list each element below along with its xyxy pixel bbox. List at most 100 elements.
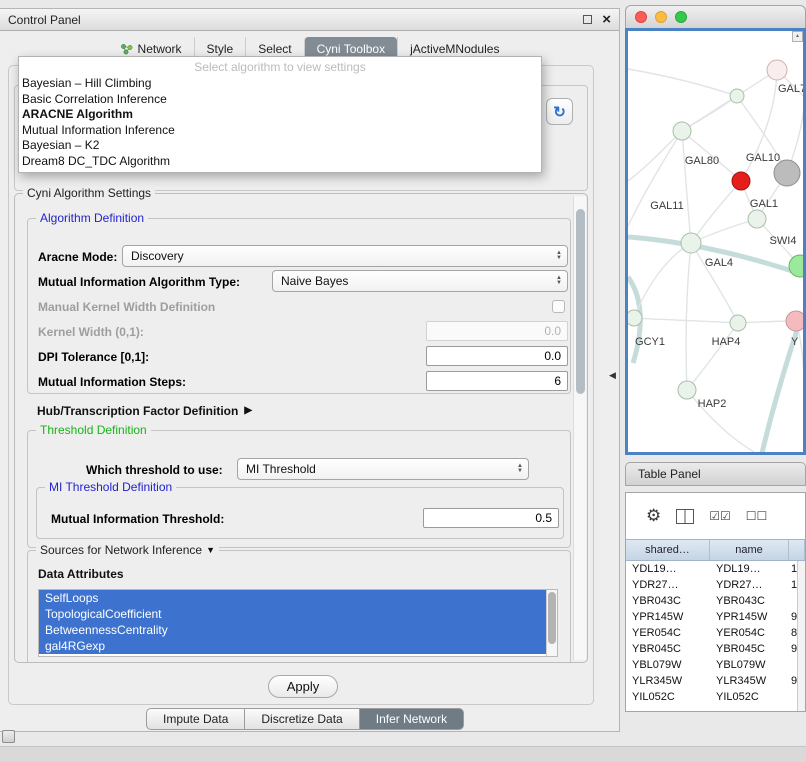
network-node-label: GAL1	[750, 198, 778, 210]
network-canvas[interactable]: GAL7GAL80GAL10GAL11GAL1SWI4GAL4GCY1HAP4Y…	[628, 31, 803, 452]
window-minimize-button[interactable]	[655, 11, 667, 23]
algorithm-option-aracne-algorithm[interactable]: ARACNE Algorithm	[19, 107, 541, 123]
network-node-label: HAP4	[712, 336, 741, 348]
network-node[interactable]	[628, 310, 642, 326]
network-edge	[691, 219, 757, 243]
aracne-mode-value: Discovery	[123, 249, 551, 263]
network-node-label: GAL4	[705, 257, 733, 269]
bottom-tab-bar: Impute DataDiscretize DataInfer Network	[146, 708, 464, 730]
bottom-tab-impute-data[interactable]: Impute Data	[146, 708, 245, 730]
table-cell: YBR043C	[710, 593, 789, 609]
settings-scrollbar[interactable]	[573, 196, 586, 660]
table-row[interactable]: YDR27…YDR27…12	[626, 577, 805, 593]
table-cell: YIL052C	[710, 689, 789, 705]
settings-group-title: Cyni Algorithm Settings	[23, 186, 155, 200]
attribute-item-gal4rgexp[interactable]: gal4RGexp	[39, 638, 557, 654]
table-row[interactable]: YIL052CYIL052C	[626, 689, 805, 705]
mi-steps-input[interactable]	[426, 371, 568, 391]
attribute-item-betweennesscentrality[interactable]: BetweennessCentrality	[39, 622, 557, 638]
minimized-window-icon[interactable]	[2, 730, 15, 743]
table-cell: YER054C	[626, 625, 710, 641]
mi-threshold-input[interactable]	[423, 508, 559, 528]
aracne-mode-select[interactable]: Discovery ▲▼	[122, 245, 568, 267]
table-cell: YBR045C	[710, 641, 789, 657]
close-panel-icon[interactable]: ×	[602, 12, 611, 27]
table-row[interactable]: YBR045CYBR045C9.	[626, 641, 805, 657]
aracne-mode-label: Aracne Mode:	[38, 250, 117, 264]
attributes-scrollbar[interactable]	[546, 590, 557, 656]
which-threshold-select[interactable]: MI Threshold ▲▼	[237, 458, 529, 480]
network-node[interactable]	[789, 255, 803, 277]
column-header-extra[interactable]	[789, 540, 805, 560]
birdseye-toggle-button[interactable]: ▲	[792, 31, 803, 42]
network-node[interactable]	[748, 210, 766, 228]
network-node[interactable]	[681, 233, 701, 253]
table-scrollbar[interactable]	[797, 561, 805, 711]
columns-icon[interactable]	[676, 509, 694, 524]
chevron-down-icon: ▼	[206, 545, 215, 555]
algorithm-help-button[interactable]: ↻	[546, 98, 573, 125]
window-zoom-button[interactable]	[675, 11, 687, 23]
table-cell: YDL19…	[710, 561, 789, 577]
table-panel-title: Table Panel	[638, 467, 701, 481]
select-all-icon[interactable]: ☑☑	[709, 509, 731, 523]
which-threshold-label: Which threshold to use:	[86, 463, 223, 477]
column-header-name[interactable]: name	[710, 540, 789, 560]
network-node[interactable]	[786, 311, 803, 331]
network-node-label: GAL7	[778, 83, 803, 95]
attribute-item-selfloops[interactable]: SelfLoops	[39, 590, 557, 606]
hub-definition-toggle[interactable]: Hub/Transcription Factor Definition ▶	[37, 404, 252, 418]
network-canvas-container: GAL7GAL80GAL10GAL11GAL1SWI4GAL4GCY1HAP4Y…	[628, 31, 803, 452]
table-cell: YDR27…	[626, 577, 710, 593]
attribute-item-topologicalcoefficient[interactable]: TopologicalCoefficient	[39, 606, 557, 622]
scrollbar-thumb[interactable]	[576, 209, 585, 394]
table-cell: YBR045C	[626, 641, 710, 657]
bottom-tab-infer-network[interactable]: Infer Network	[360, 708, 464, 730]
gear-icon[interactable]: ⚙	[646, 506, 661, 526]
algorithm-option-bayesian-hill-climbing[interactable]: Bayesian – Hill Climbing	[19, 76, 541, 92]
network-node[interactable]	[732, 172, 750, 190]
refresh-icon: ↻	[553, 103, 566, 121]
data-attributes-list[interactable]: SelfLoopsTopologicalCoefficientBetweenne…	[38, 589, 558, 657]
manual-kernel-checkbox[interactable]	[552, 300, 565, 313]
network-edge	[686, 243, 691, 390]
mi-threshold-group: MI Threshold Definition Mutual Informati…	[36, 487, 564, 539]
table-row[interactable]: YBR043CYBR043C	[626, 593, 805, 609]
mi-type-value: Naive Bayes	[273, 274, 551, 288]
network-node[interactable]	[678, 381, 696, 399]
table-row[interactable]: YBL079WYBL079W	[626, 657, 805, 673]
collapse-panel-arrow[interactable]: ◀	[609, 370, 616, 381]
network-node[interactable]	[767, 60, 787, 80]
float-panel-icon[interactable]	[583, 15, 592, 24]
column-header-shared[interactable]: shared…	[626, 540, 710, 560]
table-cell: YPR145W	[626, 609, 710, 625]
algorithm-option-dream8-dc-tdc-algorithm[interactable]: Dream8 DC_TDC Algorithm	[19, 154, 541, 170]
algorithm-option-bayesian-k2[interactable]: Bayesian – K2	[19, 138, 541, 154]
window-close-button[interactable]	[635, 11, 647, 23]
data-attributes-label: Data Attributes	[38, 567, 124, 581]
network-node[interactable]	[730, 315, 746, 331]
algorithm-option-mutual-information-inference[interactable]: Mutual Information Inference	[19, 123, 541, 139]
table-row[interactable]: YER054CYER054C8.	[626, 625, 805, 641]
deselect-all-icon[interactable]: ☐☐	[746, 509, 768, 523]
sources-toggle[interactable]: Sources for Network Inference ▼	[36, 543, 219, 557]
algorithm-option-basic-correlation-inference[interactable]: Basic Correlation Inference	[19, 92, 541, 108]
network-edge	[634, 243, 691, 318]
table-row[interactable]: YPR145WYPR145W9.	[626, 609, 805, 625]
table-cell: YLR345W	[710, 673, 789, 689]
table-row[interactable]: YDL19…YDL19…13	[626, 561, 805, 577]
table-panel-window: ⚙ ☑☑ ☐☐ shared…name YDL19…YDL19…13YDR27……	[625, 492, 806, 712]
cyni-algorithm-settings-group: Cyni Algorithm Settings Algorithm Defini…	[14, 193, 588, 663]
kernel-width-input[interactable]	[426, 321, 568, 341]
dpi-tolerance-input[interactable]	[426, 346, 568, 366]
bottom-tab-discretize-data[interactable]: Discretize Data	[245, 708, 359, 730]
apply-button[interactable]: Apply	[268, 675, 338, 698]
control-panel-titlebar: Control Panel ×	[0, 9, 619, 31]
table-row[interactable]: YLR345WYLR345W9.	[626, 673, 805, 689]
mi-type-select[interactable]: Naive Bayes ▲▼	[272, 270, 568, 292]
network-frame: GAL7GAL80GAL10GAL11GAL1SWI4GAL4GCY1HAP4Y…	[625, 28, 806, 455]
network-node[interactable]	[730, 89, 744, 103]
scrollbar-thumb[interactable]	[548, 592, 556, 644]
threshold-definition-title: Threshold Definition	[36, 423, 151, 437]
network-node[interactable]	[673, 122, 691, 140]
